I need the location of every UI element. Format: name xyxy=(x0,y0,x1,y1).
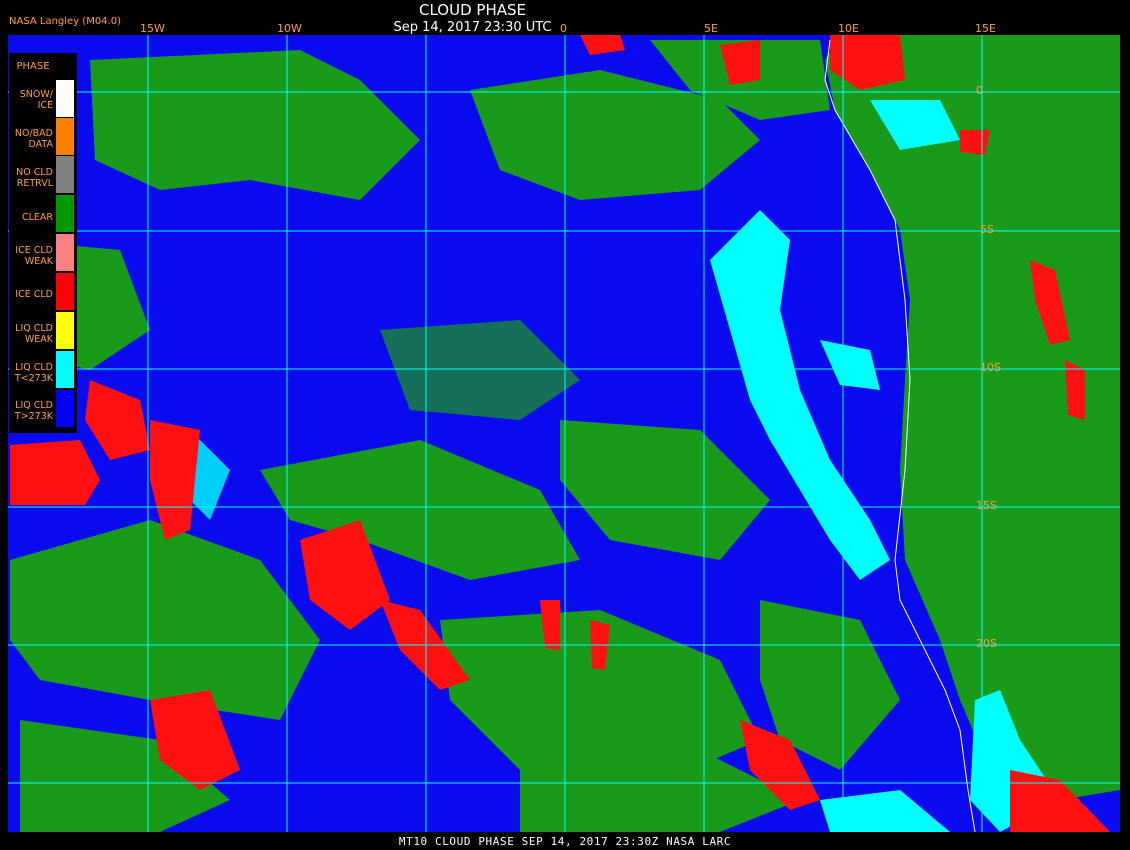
legend-swatch-liq-cld-weak xyxy=(56,312,74,349)
legend-label-ice-cld: ICE CLD xyxy=(15,289,53,300)
legend-swatch-no-cld-retrvl xyxy=(56,156,74,193)
legend-label-liq-cld-weak: LIQ CLD WEAK xyxy=(15,323,53,345)
legend-swatch-ice-cld xyxy=(56,273,74,310)
cloud-phase-map xyxy=(0,0,1130,850)
lat-label-5s: 5S xyxy=(980,223,994,236)
lon-label-10e: 10E xyxy=(838,22,859,35)
lon-label-15e: 15E xyxy=(975,22,996,35)
phase-legend: PHASE SNOW/ ICE NO/BAD DATA NO CLD RETRV… xyxy=(9,53,77,433)
lon-label-5e: 5E xyxy=(704,22,718,35)
legend-label-no-bad-data: NO/BAD DATA xyxy=(14,128,53,150)
footer-caption: MT10 CLOUD PHASE SEP 14, 2017 23:30Z NAS… xyxy=(398,835,732,848)
legend-swatch-ice-cld-weak xyxy=(56,234,74,271)
lat-label-15s: 15S xyxy=(976,499,997,512)
legend-swatch-snow-ice xyxy=(56,80,74,117)
legend-swatch-clear xyxy=(56,195,74,232)
legend-label-snow-ice: SNOW/ ICE xyxy=(19,89,53,111)
legend-label-no-cld-retrvl: NO CLD RETRVL xyxy=(16,167,53,189)
legend-label-clear: CLEAR xyxy=(21,212,53,223)
legend-label-ice-cld-weak: ICE CLD WEAK xyxy=(15,245,53,267)
lon-label-10w: 10W xyxy=(277,22,302,35)
lat-label-20s: 20S xyxy=(976,637,997,650)
legend-label-liq-cld-warm: LIQ CLD T>273K xyxy=(14,400,53,422)
legend-swatch-no-bad-data xyxy=(56,118,74,155)
legend-swatch-liq-cld-warm xyxy=(56,390,74,427)
lon-label-0: 0 xyxy=(560,22,567,35)
legend-swatch-liq-cld-cold xyxy=(56,351,74,388)
lat-label-0: 0 xyxy=(976,84,983,97)
map-field xyxy=(8,35,1120,833)
legend-title: PHASE xyxy=(16,61,50,72)
map-title: CLOUD PHASE xyxy=(419,1,526,19)
legend-label-liq-cld-cold: LIQ CLD T<273K xyxy=(14,362,53,384)
lon-label-15w: 15W xyxy=(140,22,165,35)
lat-label-10s: 10S xyxy=(980,361,1001,374)
